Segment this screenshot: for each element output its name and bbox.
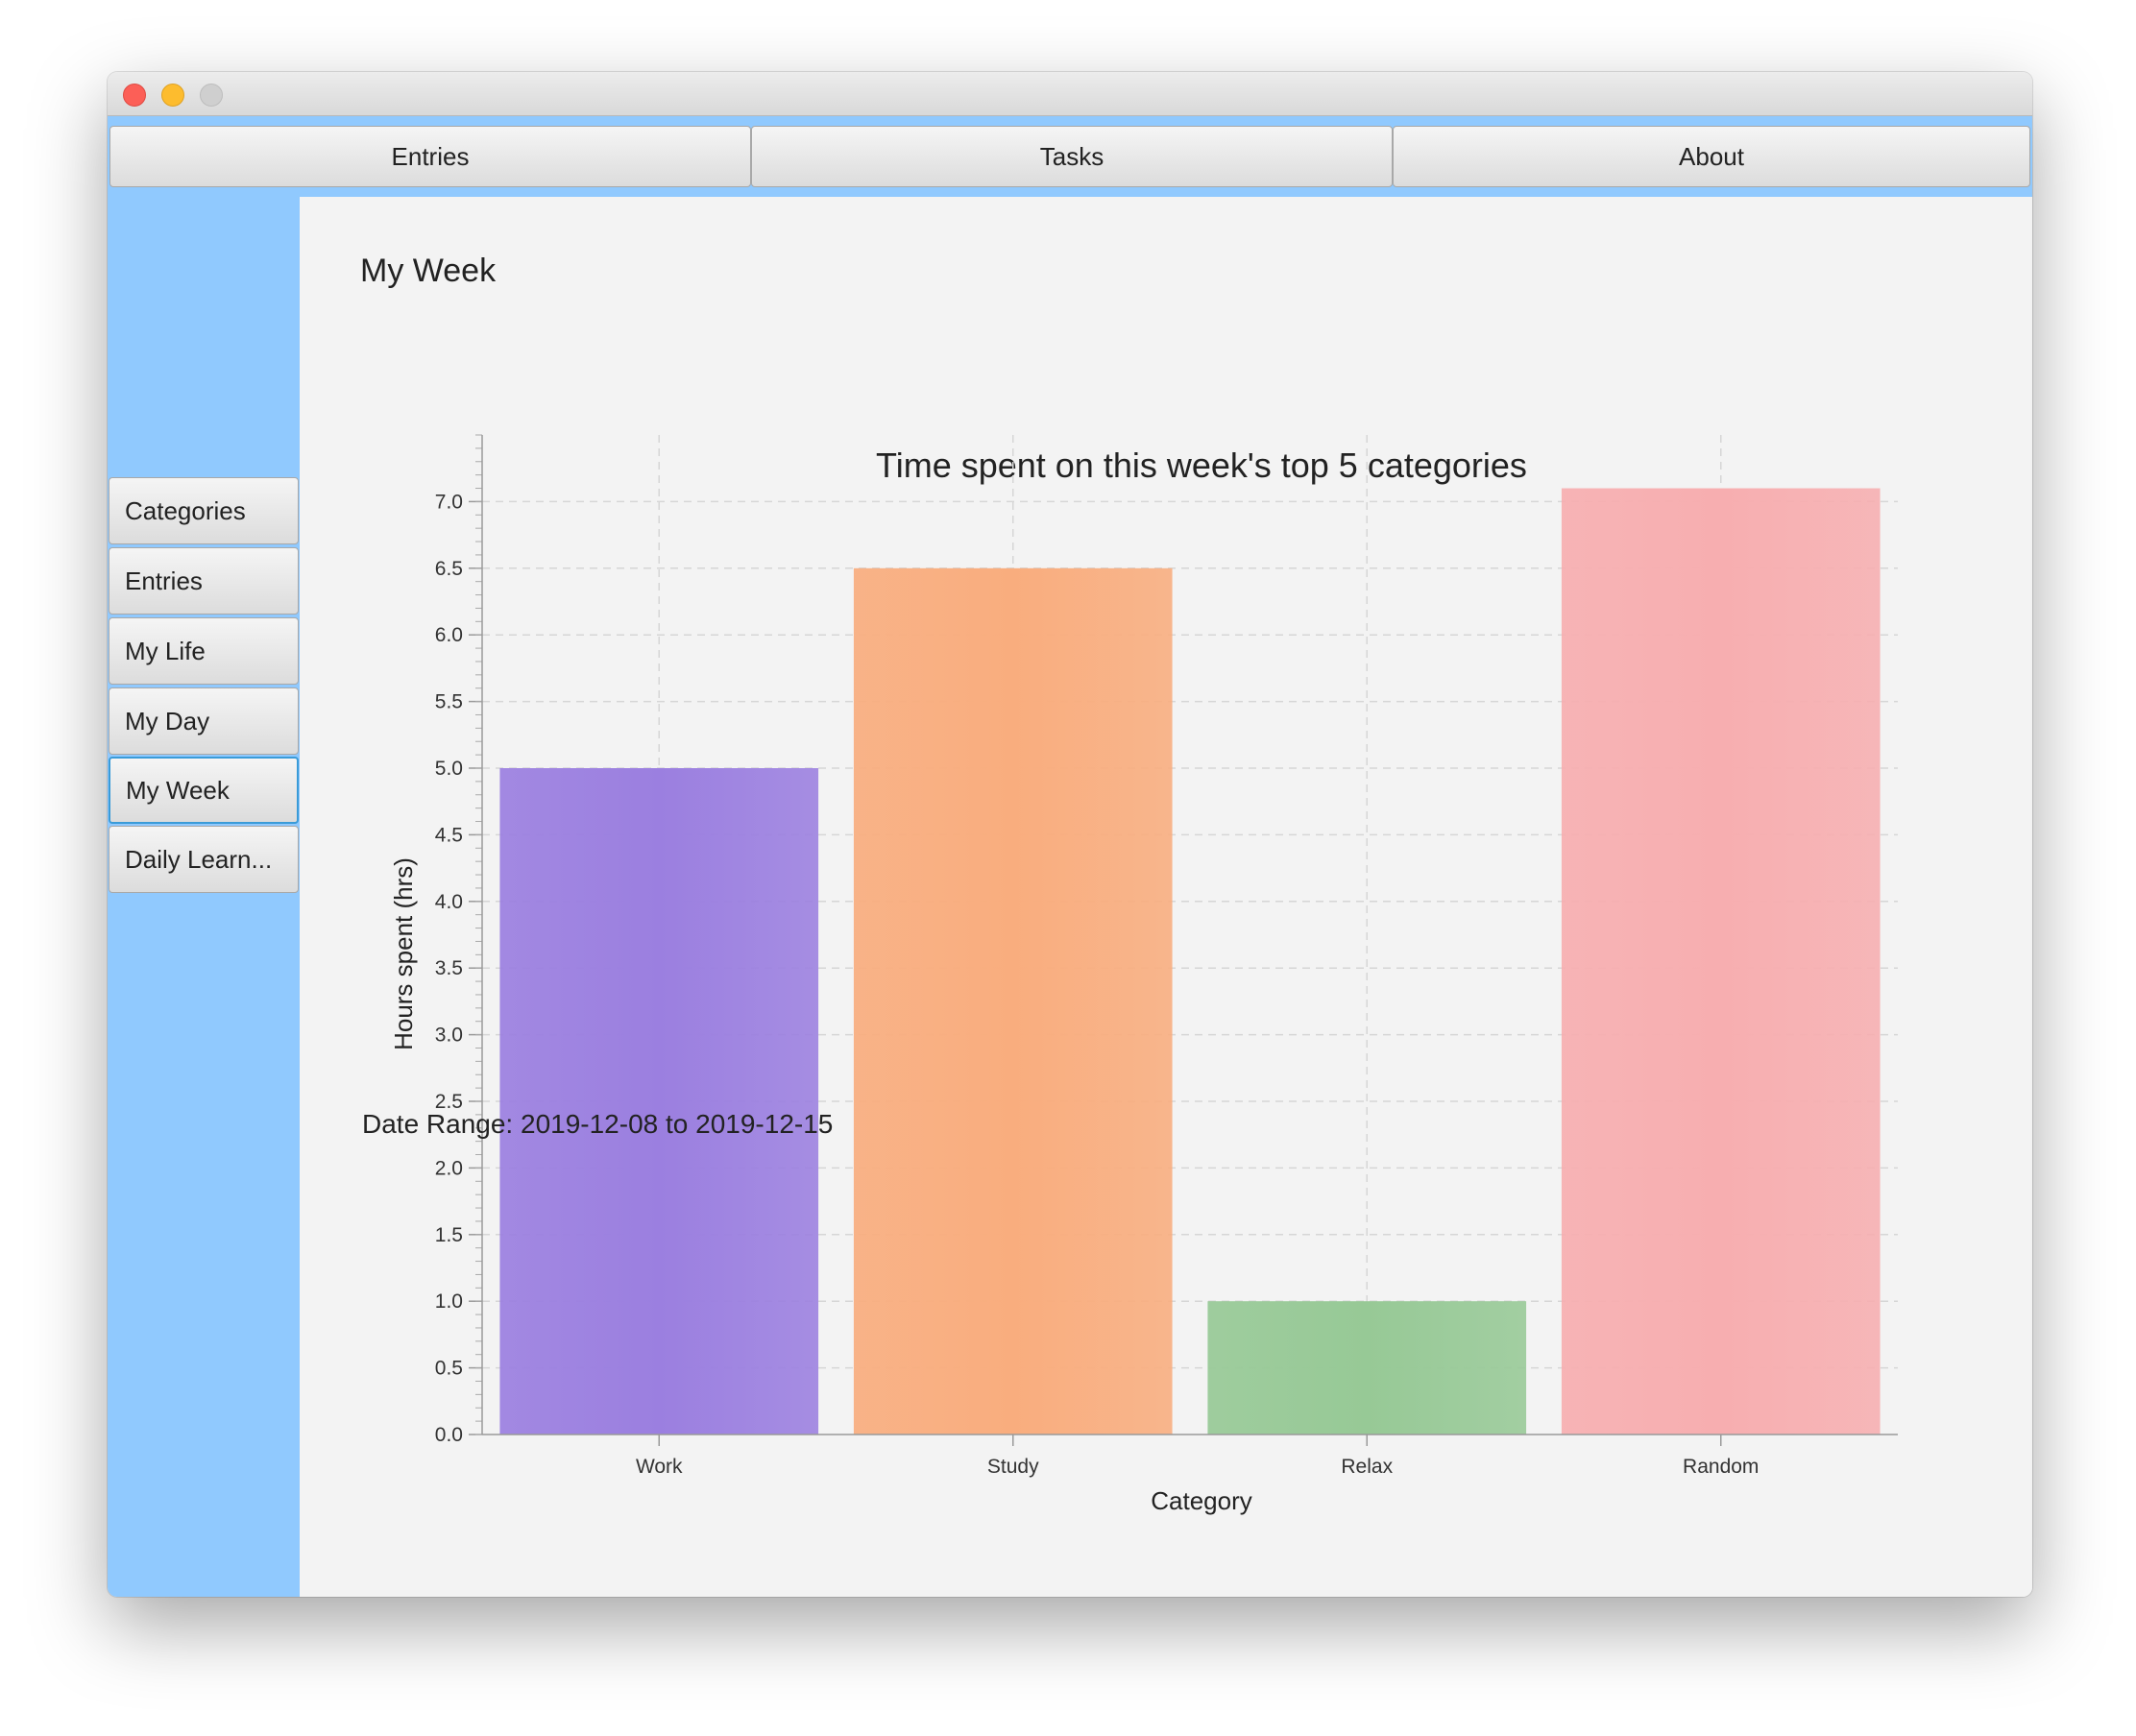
sidebar-item-my-life[interactable]: My Life [109, 617, 299, 685]
y-tick-label: 5.5 [435, 691, 463, 713]
y-tick-label: 4.0 [435, 891, 463, 913]
main-content: My Week Time spent on this week's top 5 … [300, 197, 2032, 1597]
y-tick-label: 3.0 [435, 1025, 463, 1047]
tab-entries[interactable]: Entries [109, 126, 751, 187]
x-tick-label: Study [987, 1456, 1039, 1478]
y-tick-label: 0.0 [435, 1424, 463, 1446]
y-tick-label: 3.5 [435, 957, 463, 979]
x-tick-label: Random [1683, 1456, 1759, 1478]
y-tick-label: 4.5 [435, 824, 463, 846]
bar-random [1561, 488, 1881, 1435]
chart-title: Time spent on this week's top 5 categori… [876, 446, 1527, 485]
app-window: Entries Tasks About Categories Entries M… [108, 72, 2032, 1597]
bar-relax [1207, 1301, 1527, 1435]
y-tick-label: 7.0 [435, 491, 463, 513]
sidebar-item-my-week[interactable]: My Week [109, 757, 299, 824]
sidebar-item-entries[interactable]: Entries [109, 547, 299, 615]
x-axis-title: Category [1151, 1486, 1252, 1515]
y-tick-label: 5.0 [435, 758, 463, 780]
sidebar-item-categories[interactable]: Categories [109, 477, 299, 544]
date-range-label: Date Range: 2019-12-08 to 2019-12-15 [362, 1109, 834, 1139]
y-tick-label: 6.0 [435, 624, 463, 646]
top-tab-bar: Entries Tasks About [108, 116, 2032, 197]
bar-study [853, 567, 1173, 1435]
tab-about[interactable]: About [1393, 126, 2030, 187]
bar-work [499, 768, 819, 1435]
bar-chart: Time spent on this week's top 5 categori… [389, 434, 1898, 1515]
sidebar-item-daily-learn[interactable]: Daily Learn... [109, 826, 299, 893]
y-axis-title: Hours spent (hrs) [389, 857, 418, 1050]
y-tick-label: 2.0 [435, 1157, 463, 1179]
y-tick-label: 6.5 [435, 558, 463, 580]
zoom-window-button[interactable] [200, 84, 223, 107]
x-tick-label: Work [636, 1456, 683, 1478]
y-tick-label: 1.0 [435, 1290, 463, 1313]
close-window-button[interactable] [123, 84, 146, 107]
sidebar: Categories Entries My Life My Day My Wee… [108, 197, 300, 1597]
y-tick-label: 1.5 [435, 1224, 463, 1246]
minimize-window-button[interactable] [161, 84, 184, 107]
x-tick-label: Relax [1341, 1456, 1393, 1478]
chart-bars [499, 488, 1881, 1435]
sidebar-item-my-day[interactable]: My Day [109, 687, 299, 755]
tab-tasks[interactable]: Tasks [751, 126, 1393, 187]
y-tick-label: 0.5 [435, 1358, 463, 1380]
title-bar [108, 72, 2032, 116]
